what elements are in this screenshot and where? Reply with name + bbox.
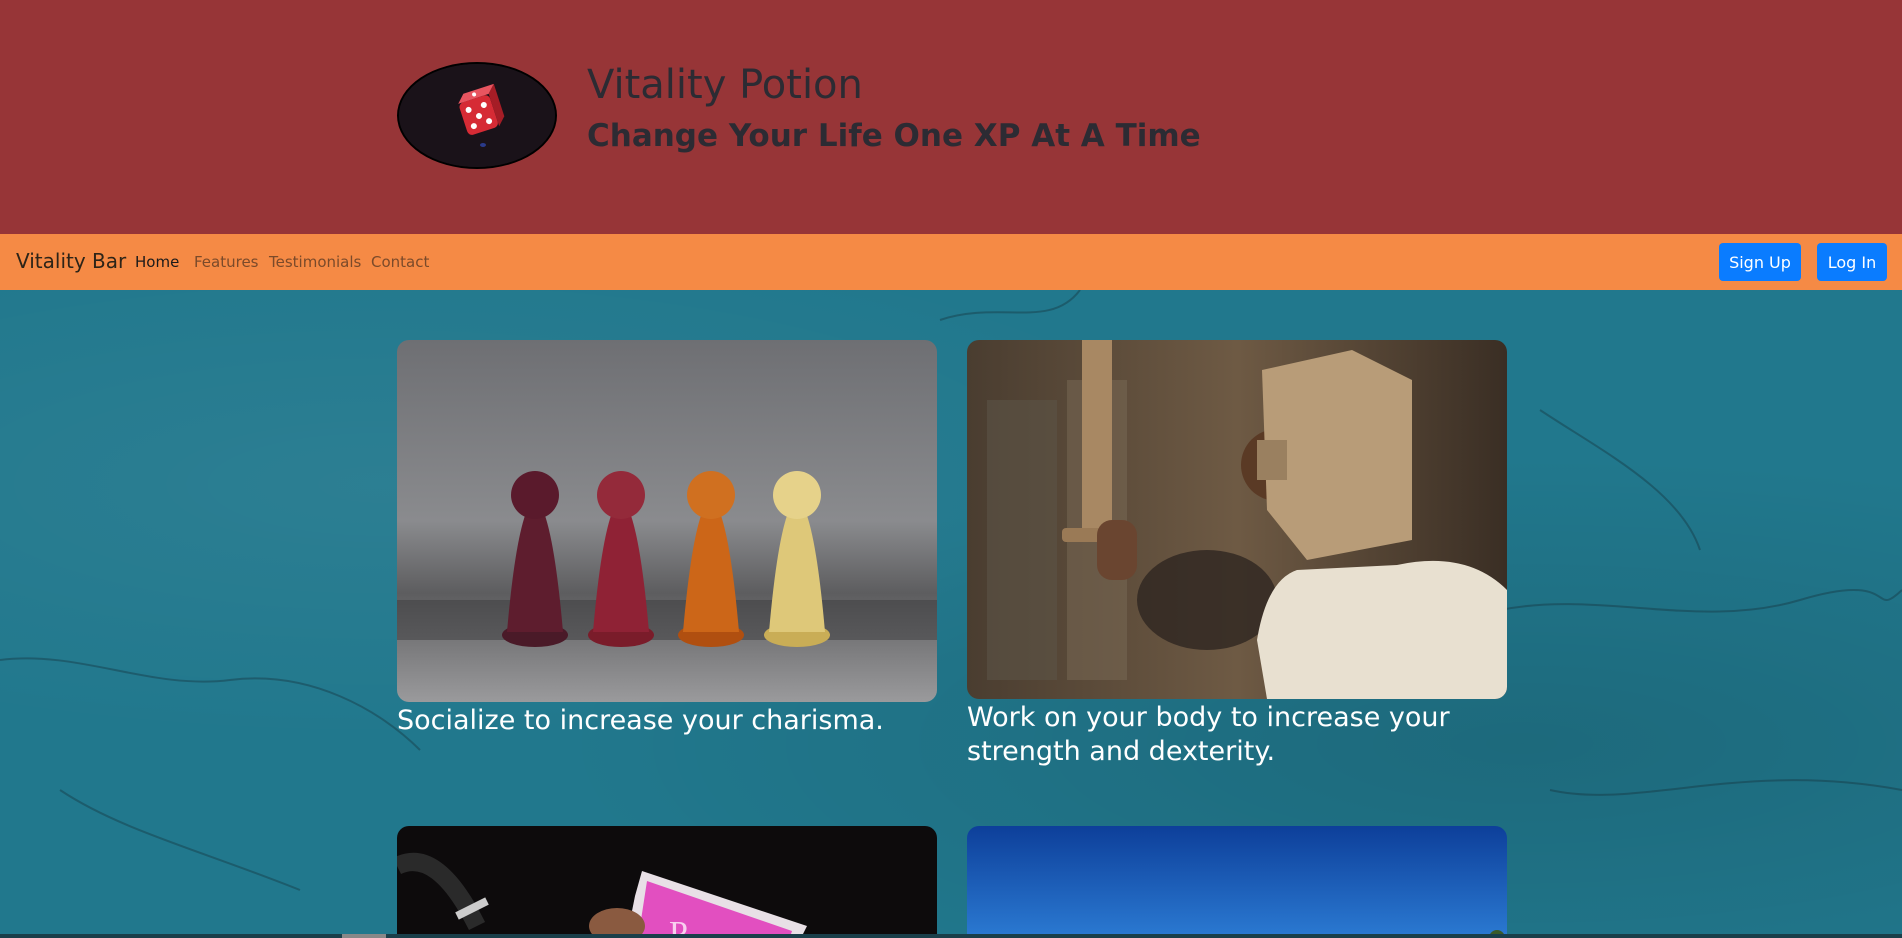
- card-image-knight: [967, 340, 1507, 699]
- nav-link-contact[interactable]: Contact: [371, 253, 429, 271]
- hero-header: Vitality Potion Change Your Life One XP …: [0, 0, 1902, 234]
- nav-link-features[interactable]: Features: [194, 253, 259, 271]
- card-image-sky: [967, 826, 1507, 938]
- card-caption-charisma: Socialize to increase your charisma.: [397, 705, 884, 736]
- card-caption-strength: Work on your body to increase your stren…: [967, 702, 1450, 767]
- horizontal-scrollbar[interactable]: [0, 934, 1902, 938]
- navbar-brand[interactable]: Vitality Bar: [16, 249, 126, 273]
- card-image-pawns: [397, 340, 937, 702]
- content-section: [0, 290, 1902, 938]
- nav-link-testimonials[interactable]: Testimonials: [269, 253, 361, 271]
- hero-title: Vitality Potion: [587, 62, 863, 108]
- hero-subtitle: Change Your Life One XP At A Time: [587, 118, 1201, 154]
- card-image-reading: P: [397, 826, 937, 938]
- dice-icon: [399, 64, 555, 167]
- nav-link-home[interactable]: Home: [135, 253, 179, 271]
- sign-up-button[interactable]: Sign Up: [1719, 243, 1801, 281]
- scrollbar-thumb[interactable]: [342, 934, 386, 938]
- log-in-button[interactable]: Log In: [1817, 243, 1887, 281]
- logo: [397, 62, 557, 169]
- background-texture: [0, 290, 1902, 891]
- navbar: Vitality Bar Home Features Testimonials …: [0, 234, 1902, 290]
